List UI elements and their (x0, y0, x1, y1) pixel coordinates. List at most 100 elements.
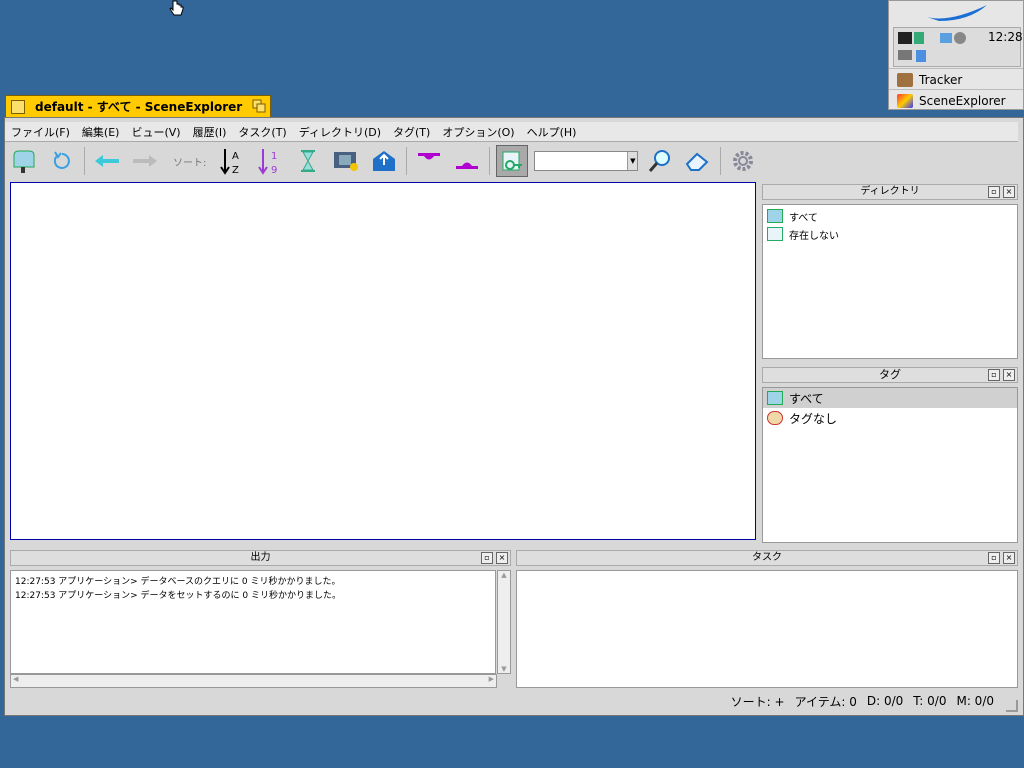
sort-video-button[interactable] (330, 145, 362, 177)
search-input[interactable] (535, 152, 628, 170)
align-bottom-icon (456, 162, 479, 169)
haiku-leaf-icon[interactable] (889, 1, 1023, 27)
panel-header: タグ ▫ × (762, 367, 1018, 383)
film-icon (334, 152, 359, 171)
menu-history[interactable]: 履歴(I) (187, 124, 233, 140)
status-t: T: 0/0 (913, 694, 947, 708)
tag-icon (767, 411, 783, 425)
menu-view[interactable]: ビュー(V) (125, 124, 186, 140)
key-document-icon (502, 151, 523, 171)
menu-directory[interactable]: ディレクトリ(D) (293, 124, 387, 140)
align-top-icon (418, 153, 441, 160)
mailbox-icon (13, 150, 35, 173)
list-item[interactable]: 存在しない (763, 225, 1017, 243)
status-bar: ソート: + アイテム: 0 D: 0/0 T: 0/0 M: 0/0 (6, 690, 1018, 712)
float-icon[interactable]: ▫ (988, 186, 1000, 198)
key-document-icon (767, 227, 783, 241)
window-tab[interactable]: default - すべて - SceneExplorer (5, 95, 271, 118)
close-icon[interactable]: × (1003, 186, 1015, 198)
back-button[interactable] (91, 145, 123, 177)
hand-cursor-icon (168, 0, 186, 21)
task-list[interactable] (516, 570, 1018, 688)
arrow-left-icon (95, 155, 119, 167)
menu-task[interactable]: タスク(T) (232, 124, 292, 140)
open-mail-button[interactable] (368, 145, 400, 177)
svg-text:A: A (232, 151, 239, 162)
deskbar-item-label: Tracker (919, 72, 963, 87)
panel-header: タスク ▫ × (516, 550, 1018, 566)
refresh-icon (53, 151, 70, 169)
filter-toggle-button[interactable] (496, 145, 529, 177)
settings-button[interactable] (727, 145, 759, 177)
menu-bar: ファイル(F) 編集(E) ビュー(V) 履歴(I) タスク(T) ディレクトリ… (5, 122, 1018, 142)
forward-button[interactable] (129, 145, 161, 177)
menu-help[interactable]: ヘルプ(H) (521, 124, 583, 140)
panel-title: 出力 (250, 552, 271, 563)
panel-header: 出力 ▫ × (10, 550, 511, 566)
hourglass-icon (301, 150, 316, 172)
directory-list: すべて 存在しない (762, 204, 1018, 359)
list-item[interactable]: すべて (763, 207, 1017, 225)
search-button[interactable] (644, 145, 676, 177)
float-icon[interactable]: ▫ (988, 552, 1000, 564)
panel-title: タグ (879, 368, 901, 381)
align-bottom-button[interactable] (451, 145, 483, 177)
clear-button[interactable] (682, 145, 714, 177)
tracker-icon (897, 72, 913, 87)
gear-icon (733, 151, 754, 171)
scroll-left-icon[interactable]: ◀ (13, 675, 18, 683)
mailbox-icon (767, 391, 783, 405)
menu-file[interactable]: ファイル(F) (5, 124, 76, 140)
envelope-up-icon (373, 151, 396, 171)
clock[interactable]: 12:28 (988, 30, 1023, 44)
list-item[interactable]: タグなし (763, 408, 1017, 428)
float-icon[interactable]: ▫ (481, 552, 493, 564)
zoom-box-icon[interactable] (252, 99, 266, 113)
sort-alpha-button[interactable]: AZ (216, 145, 248, 177)
align-top-button[interactable] (413, 145, 445, 177)
close-icon[interactable]: × (1003, 552, 1015, 564)
toolbar: ソート: AZ 19 ▼ (8, 142, 1018, 180)
menu-tag[interactable]: タグ(T) (387, 124, 436, 140)
svg-text:9: 9 (271, 165, 277, 175)
scroll-up-icon[interactable]: ▲ (498, 571, 510, 579)
item-list-view[interactable] (10, 182, 756, 540)
horizontal-scrollbar[interactable]: ◀ ▶ (10, 674, 497, 688)
sort-numeric-button[interactable]: 19 (254, 145, 286, 177)
mailbox-icon (767, 209, 783, 223)
refresh-button[interactable] (46, 145, 78, 177)
menu-options[interactable]: オプション(O) (436, 124, 520, 140)
log-line: 12:27:53 アプリケーション> データをセットするのに 0 ミリ秒かかりま… (15, 591, 341, 601)
sort-alpha-icon: AZ (220, 149, 239, 175)
arrow-right-icon (133, 155, 157, 167)
scroll-down-icon[interactable]: ▼ (498, 665, 510, 673)
status-d: D: 0/0 (866, 694, 904, 708)
close-icon[interactable]: × (496, 552, 508, 564)
list-item-label: 存在しない (789, 230, 839, 242)
deskbar-item-tracker[interactable]: Tracker (889, 68, 1023, 90)
status-m: M: 0/0 (956, 694, 994, 708)
resize-grip-icon[interactable] (1006, 700, 1018, 712)
output-panel: 出力 ▫ × 12:27:53 アプリケーション> データベースのクエリに 0 ミ… (10, 550, 511, 690)
deskbar-item-label: SceneExplorer (919, 93, 1006, 108)
task-panel: タスク ▫ × (516, 550, 1018, 690)
sort-time-button[interactable] (292, 145, 324, 177)
list-item-label: すべて (789, 212, 818, 224)
menu-edit[interactable]: 編集(E) (76, 124, 126, 140)
deskbar-item-sceneexplorer[interactable]: SceneExplorer (889, 89, 1023, 111)
dropdown-chevron-icon[interactable]: ▼ (627, 152, 638, 170)
output-log[interactable]: 12:27:53 アプリケーション> データベースのクエリに 0 ミリ秒かかりま… (10, 570, 496, 674)
log-line: 12:27:53 アプリケーション> データベースのクエリに 0 ミリ秒かかりま… (15, 577, 341, 587)
search-input-box[interactable]: ▼ (534, 151, 639, 171)
close-box-icon[interactable] (11, 99, 25, 114)
status-sort: ソート: + (730, 694, 785, 709)
all-button[interactable] (8, 145, 40, 177)
scroll-right-icon[interactable]: ▶ (489, 675, 494, 683)
window-title: default - すべて - SceneExplorer (35, 100, 243, 114)
list-item-selected[interactable]: すべて (763, 388, 1017, 408)
float-icon[interactable]: ▫ (988, 369, 1000, 381)
close-icon[interactable]: × (1003, 369, 1015, 381)
vertical-scrollbar[interactable]: ▲ ▼ (497, 570, 511, 674)
eraser-icon (686, 152, 709, 171)
tag-panel: タグ ▫ × すべて タグなし (762, 367, 1018, 543)
